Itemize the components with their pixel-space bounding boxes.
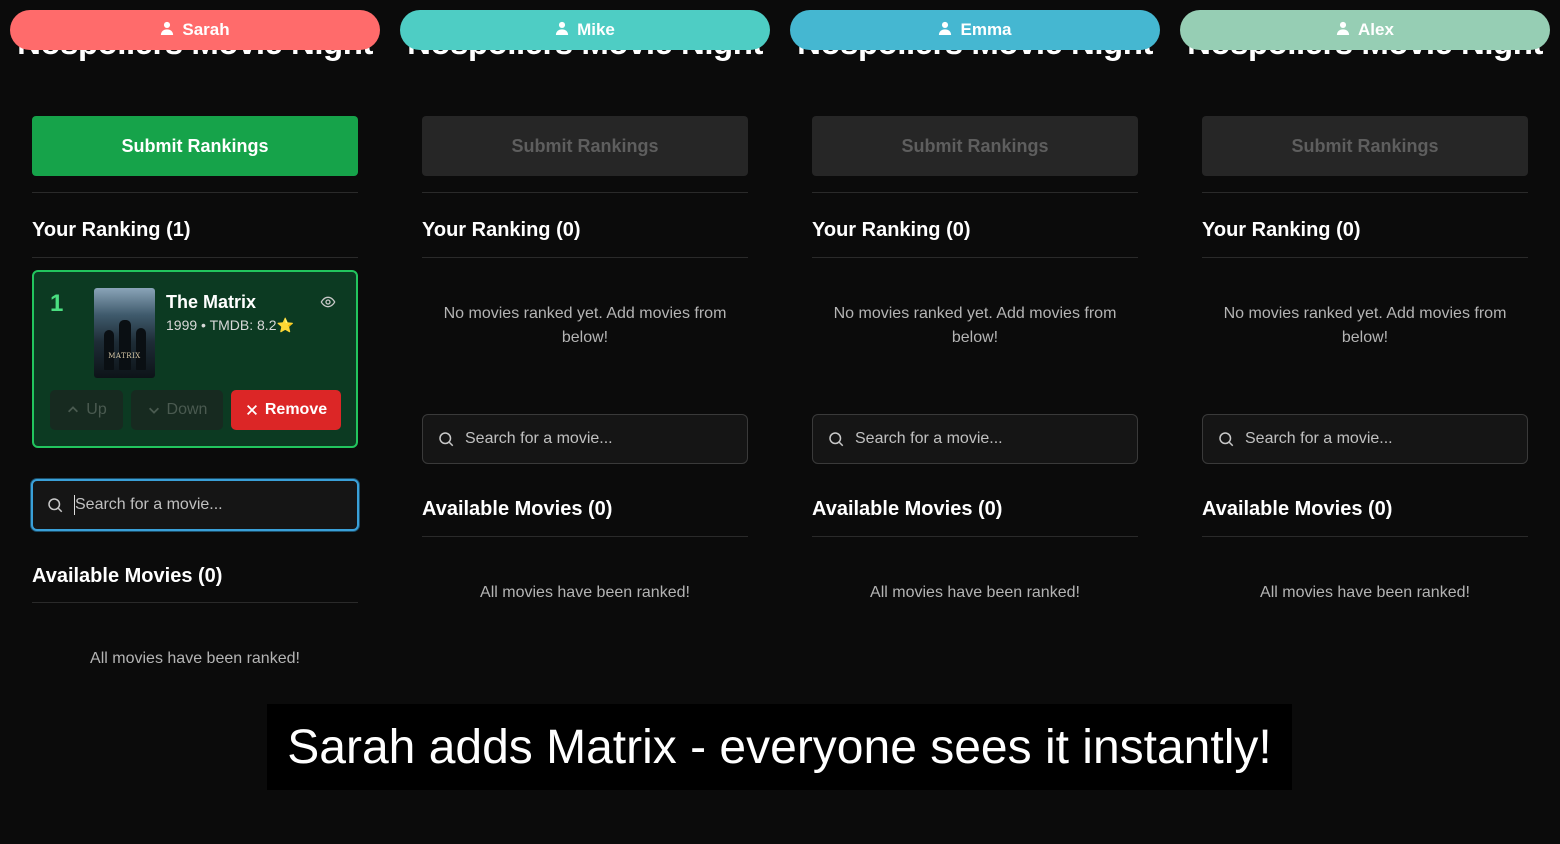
search-input-wrapper — [1202, 414, 1528, 464]
ranking-heading: Your Ranking (0) — [422, 219, 581, 241]
available-empty-message: All movies have been ranked! — [1260, 584, 1470, 601]
user-panel-sarah: Sarah Nospoilers Movie Night Submit Rank… — [0, 0, 390, 700]
remove-label: Remove — [264, 401, 328, 418]
available-heading: Available Movies (0) — [32, 565, 223, 587]
divider — [32, 602, 358, 603]
user-badge: Emma — [790, 10, 1160, 50]
search-input-wrapper — [812, 414, 1138, 464]
movie-meta: 1999 • TMDB: 8.2⭐ — [166, 317, 294, 333]
divider — [422, 192, 748, 193]
movie-poster: MATRIX — [94, 288, 155, 378]
video-caption: Sarah adds Matrix - everyone sees it ins… — [267, 704, 1292, 790]
search-input[interactable] — [75, 496, 335, 514]
divider — [1202, 192, 1528, 193]
divider — [422, 536, 748, 537]
available-heading: Available Movies (0) — [422, 498, 613, 520]
ranking-heading: Your Ranking (1) — [32, 219, 191, 241]
eye-icon[interactable] — [320, 294, 336, 310]
search-icon — [1219, 432, 1234, 447]
user-icon — [938, 20, 952, 40]
available-empty-message: All movies have been ranked! — [90, 650, 300, 667]
move-up-button[interactable]: Up — [50, 390, 123, 430]
submit-rankings-button[interactable]: Submit Rankings — [32, 116, 358, 176]
divider — [812, 536, 1138, 537]
chevron-down-icon — [148, 407, 159, 414]
divider — [1202, 536, 1528, 537]
divider — [812, 257, 1138, 258]
user-name: Emma — [960, 20, 1012, 39]
user-icon — [1336, 20, 1350, 40]
available-empty-message: All movies have been ranked! — [480, 584, 690, 601]
user-icon — [160, 20, 174, 40]
divider — [32, 257, 358, 258]
search-input[interactable] — [465, 430, 725, 448]
ranking-empty-message: No movies ranked yet. Add movies from be… — [1223, 305, 1507, 346]
move-down-button[interactable]: Down — [131, 390, 223, 430]
ranked-movie-card: 1 MATRIX The Matrix 1999 • TMDB: 8.2⭐ Up… — [32, 270, 358, 448]
ranking-empty-message: No movies ranked yet. Add movies from be… — [443, 305, 727, 346]
rank-number: 1 — [50, 290, 64, 317]
user-badge: Mike — [400, 10, 770, 50]
available-heading: Available Movies (0) — [1202, 498, 1393, 520]
chevron-up-icon — [68, 406, 79, 413]
divider — [422, 257, 748, 258]
user-panel-mike: Mike Nospoilers Movie Night Submit Ranki… — [390, 0, 780, 700]
user-name: Mike — [577, 20, 615, 39]
move-up-label: Up — [86, 401, 107, 418]
search-icon — [48, 498, 63, 513]
divider — [1202, 257, 1528, 258]
user-badge: Alex — [1180, 10, 1550, 50]
user-name: Alex — [1358, 20, 1394, 39]
ranking-empty-message: No movies ranked yet. Add movies from be… — [833, 305, 1117, 346]
search-input[interactable] — [855, 430, 1115, 448]
user-badge: Sarah — [10, 10, 380, 50]
close-icon — [246, 405, 257, 415]
user-panel-emma: Emma Nospoilers Movie Night Submit Ranki… — [780, 0, 1170, 700]
movie-title: The Matrix — [166, 292, 257, 312]
user-icon — [555, 20, 569, 40]
ranking-heading: Your Ranking (0) — [812, 219, 971, 241]
available-empty-message: All movies have been ranked! — [870, 584, 1080, 601]
divider — [812, 192, 1138, 193]
search-icon — [829, 432, 844, 447]
search-input[interactable] — [1245, 430, 1505, 448]
search-input-wrapper — [31, 479, 359, 531]
divider — [32, 192, 358, 193]
submit-rankings-button[interactable]: Submit Rankings — [812, 116, 1138, 176]
search-icon — [439, 432, 454, 447]
user-panel-alex: Alex Nospoilers Movie Night Submit Ranki… — [1170, 0, 1560, 700]
poster-text: MATRIX — [108, 352, 141, 360]
search-input-wrapper — [422, 414, 748, 464]
user-name: Sarah — [182, 20, 230, 39]
available-heading: Available Movies (0) — [812, 498, 1003, 520]
ranking-heading: Your Ranking (0) — [1202, 219, 1361, 241]
submit-rankings-button[interactable]: Submit Rankings — [1202, 116, 1528, 176]
remove-button[interactable]: Remove — [231, 390, 341, 430]
move-down-label: Down — [166, 401, 208, 418]
submit-rankings-button[interactable]: Submit Rankings — [422, 116, 748, 176]
